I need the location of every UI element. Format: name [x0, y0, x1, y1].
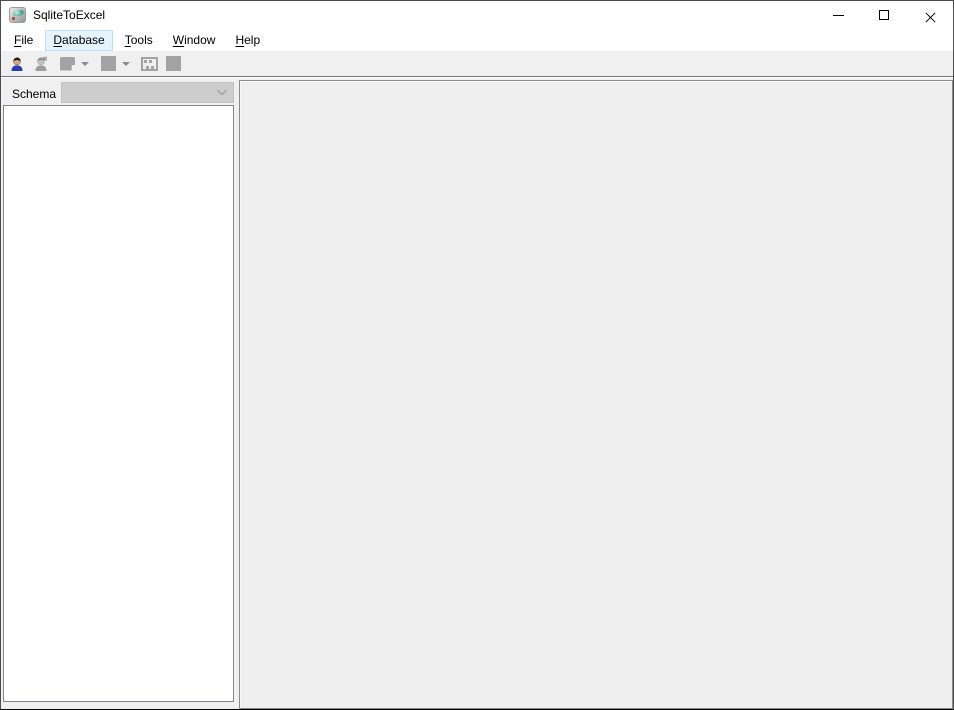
export-file-icon [60, 57, 75, 71]
schema-tree-panel[interactable] [3, 105, 234, 702]
menu-item-database[interactable]: Database [45, 30, 112, 51]
disconnect-database-icon [33, 56, 49, 72]
stop-icon [166, 56, 181, 71]
maximize-icon [879, 10, 889, 20]
content-area: Schema [1, 78, 953, 709]
export-all-button[interactable] [98, 53, 119, 74]
window-controls [815, 1, 953, 29]
main-workspace-panel [239, 80, 953, 709]
title-bar[interactable]: SqliteToExcel [1, 1, 953, 29]
menu-item-help[interactable]: Help [227, 30, 268, 51]
export-all-icon [101, 56, 116, 71]
app-window: SqliteToExcel File Database Tools Window… [0, 0, 954, 710]
export-all-dropdown-icon[interactable] [122, 62, 130, 66]
menu-item-tools[interactable]: Tools [117, 30, 161, 51]
app-icon [9, 7, 26, 23]
chevron-down-icon [216, 89, 228, 96]
view-table-button[interactable] [139, 53, 160, 74]
schema-label: Schema [12, 87, 56, 101]
export-file-button[interactable] [57, 53, 78, 74]
menu-item-window[interactable]: Window [165, 30, 224, 51]
connect-database-icon [9, 56, 25, 72]
close-icon [924, 9, 937, 22]
view-table-icon [141, 57, 158, 71]
schema-combobox[interactable] [61, 82, 234, 103]
menu-item-file[interactable]: File [6, 30, 41, 51]
disconnect-database-button[interactable] [30, 53, 51, 74]
menu-bar: File Database Tools Window Help [1, 29, 953, 51]
maximize-button[interactable] [861, 1, 907, 29]
close-button[interactable] [907, 1, 953, 29]
toolbar [1, 51, 953, 77]
stop-button[interactable] [163, 53, 184, 74]
minimize-button[interactable] [815, 1, 861, 29]
window-title: SqliteToExcel [33, 8, 105, 22]
export-file-dropdown-icon[interactable] [81, 62, 89, 66]
minimize-icon [833, 15, 844, 16]
connect-database-button[interactable] [6, 53, 27, 74]
